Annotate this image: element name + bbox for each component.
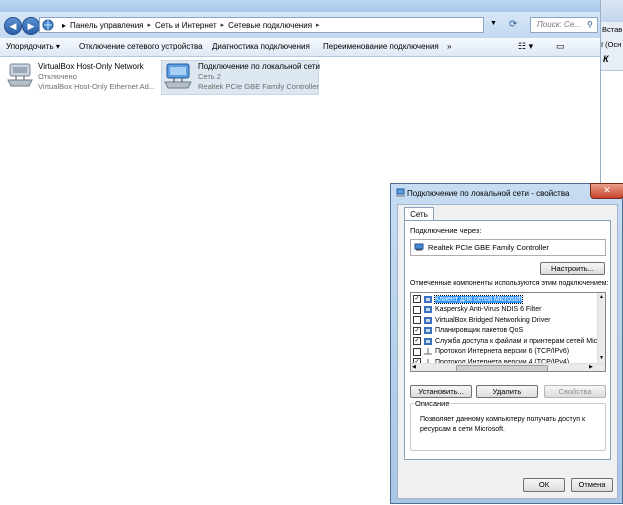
breadcrumb-network-connections[interactable]: Сетевые подключения bbox=[228, 21, 312, 30]
component-label: Планировщик пакетов QoS bbox=[435, 327, 524, 335]
connection-item-local-area[interactable]: Подключение по локальной сети Сеть 2 Rea… bbox=[161, 60, 320, 95]
tab-panel: Подключение через: Realtek PCIe GBE Fami… bbox=[404, 220, 611, 460]
protocol-icon bbox=[424, 348, 432, 355]
components-label: Отмеченные компоненты используются этим … bbox=[410, 280, 609, 287]
back-arrow-icon[interactable]: ◀ bbox=[4, 17, 22, 35]
ribbon-tabs bbox=[601, 0, 623, 22]
connection-adapter: VirtualBox Host-Only Ethernet Ad... bbox=[38, 82, 156, 91]
list-item[interactable]: Kaspersky Anti-Virus NDIS 6 Filter bbox=[413, 305, 593, 316]
diagnose-button[interactable]: Диагностика подключения bbox=[212, 42, 310, 51]
description-group: Описание Позволяет данному компьютеру по… bbox=[410, 399, 606, 451]
network-folder-icon bbox=[42, 19, 54, 31]
horizontal-scrollbar[interactable]: ◀ ▶ bbox=[411, 363, 605, 371]
connection-name: Подключение по локальной сети bbox=[198, 62, 320, 71]
scheduler-icon bbox=[424, 327, 432, 335]
close-icon[interactable]: ✕ bbox=[590, 183, 623, 199]
preview-pane-icon[interactable]: ▭ bbox=[556, 41, 565, 52]
component-label: VirtualBox Bridged Networking Driver bbox=[435, 316, 551, 324]
breadcrumb-chevron-icon[interactable]: ▸ bbox=[148, 21, 152, 29]
filter-icon bbox=[424, 306, 432, 314]
network-card-icon bbox=[414, 243, 424, 251]
adapter-name: Realtek PCIe GBE Family Controller bbox=[428, 243, 549, 252]
scroll-up-icon[interactable]: ▲ bbox=[599, 294, 604, 300]
component-checkbox[interactable] bbox=[413, 316, 421, 325]
configure-button[interactable]: Настроить... bbox=[540, 262, 605, 275]
component-checkbox[interactable] bbox=[413, 347, 421, 356]
breadcrumb-chevron-icon[interactable]: ▸ bbox=[316, 21, 320, 29]
list-item[interactable]: ✓ Клиент для сетей Microsoft bbox=[413, 294, 593, 305]
component-label: Служба доступа к файлам и принтерам сете… bbox=[435, 337, 604, 345]
breadcrumb-control-panel[interactable]: Панель управления bbox=[70, 21, 144, 30]
tab-network[interactable]: Сеть bbox=[404, 207, 434, 221]
organize-label: Упорядочить bbox=[6, 42, 54, 51]
forward-arrow-icon[interactable]: ▶ bbox=[22, 17, 40, 35]
scroll-left-icon[interactable]: ◀ bbox=[412, 364, 416, 370]
connection-adapter: Realtek PCIe GBE Family Controller bbox=[198, 82, 319, 91]
network-dialog-icon bbox=[396, 188, 405, 197]
breadcrumb-network-internet[interactable]: Сеть и Интернет bbox=[155, 21, 217, 30]
description-text: Позволяет данному компьютеру получать до… bbox=[420, 416, 586, 433]
component-label: Протокол Интернета версии 6 (TCP/IPv6) bbox=[435, 348, 570, 356]
connection-item-virtualbox[interactable]: VirtualBox Host-Only Network Отключено V… bbox=[4, 60, 160, 93]
connection-status: Отключено bbox=[38, 72, 77, 81]
font-name-field[interactable]: I (Осн bbox=[601, 40, 621, 49]
network-adapter-icon bbox=[164, 63, 192, 89]
search-icon[interactable]: ⚲ bbox=[587, 20, 593, 29]
list-item[interactable]: ✓ Планировщик пакетов QoS bbox=[413, 326, 593, 337]
more-commands-button[interactable]: » bbox=[447, 42, 451, 51]
dialog-body: Сеть Подключение через: Realtek PCIe GBE… bbox=[397, 204, 618, 499]
cancel-button[interactable]: Отмена bbox=[571, 478, 613, 492]
component-label: Клиент для сетей Microsoft bbox=[433, 294, 524, 304]
connect-via-label: Подключение через: bbox=[410, 226, 482, 235]
italic-icon[interactable]: К bbox=[603, 54, 609, 64]
components-list[interactable]: ✓ Клиент для сетей Microsoft Kaspersky A… bbox=[410, 292, 606, 372]
scroll-down-icon[interactable]: ▼ bbox=[599, 355, 604, 361]
component-label: Kaspersky Anti-Virus NDIS 6 Filter bbox=[435, 306, 542, 314]
breadcrumb-chevron-icon[interactable]: ▸ bbox=[221, 21, 225, 29]
scroll-thumb[interactable] bbox=[456, 365, 548, 371]
file-sharing-icon bbox=[424, 337, 432, 345]
ribbon-tab-insert[interactable]: Встав bbox=[602, 25, 622, 34]
address-dropdown-icon[interactable]: ▼ bbox=[490, 20, 497, 27]
list-item[interactable]: Протокол Интернета версии 6 (TCP/IPv6) bbox=[413, 347, 593, 358]
description-label: Описание bbox=[414, 399, 451, 408]
vertical-scrollbar[interactable]: ▲ ▼ bbox=[597, 293, 605, 363]
view-options-icon[interactable]: ☷ ▾ bbox=[518, 41, 533, 52]
organize-button[interactable]: Упорядочить ▾ bbox=[6, 42, 60, 51]
adapter-field: Realtek PCIe GBE Family Controller bbox=[410, 239, 606, 256]
command-bar: Упорядочить ▾ Отключение сетевого устрой… bbox=[0, 38, 600, 89]
component-checkbox[interactable]: ✓ bbox=[413, 337, 421, 346]
scroll-right-icon[interactable]: ▶ bbox=[589, 364, 593, 370]
properties-button[interactable]: Свойства bbox=[544, 385, 606, 398]
list-item[interactable]: VirtualBox Bridged Networking Driver bbox=[413, 315, 593, 326]
properties-dialog: Подключение по локальной сети - свойства… bbox=[390, 183, 623, 504]
component-checkbox[interactable]: ✓ bbox=[413, 326, 421, 335]
breadcrumb-chevron-icon[interactable]: ▸ bbox=[62, 21, 66, 30]
ok-button[interactable]: ОК bbox=[523, 478, 565, 492]
refresh-icon[interactable]: ⟳ bbox=[509, 19, 522, 31]
address-row: ◀ ▶ ▸ Панель управления ▸ Сеть и Интерне… bbox=[0, 12, 600, 39]
network-adapter-icon bbox=[7, 63, 33, 87]
remove-button[interactable]: Удалить bbox=[476, 385, 538, 398]
window-titlebar bbox=[0, 0, 600, 12]
address-bar[interactable]: ▸ Панель управления ▸ Сеть и Интернет ▸ … bbox=[39, 17, 484, 33]
component-checkbox[interactable] bbox=[413, 305, 421, 314]
disable-device-button[interactable]: Отключение сетевого устройства bbox=[79, 42, 203, 51]
connection-status: Сеть 2 bbox=[198, 72, 221, 81]
install-button[interactable]: Установить... bbox=[410, 385, 472, 398]
client-icon bbox=[424, 295, 432, 303]
rename-button[interactable]: Переименование подключения bbox=[323, 42, 439, 51]
driver-icon bbox=[424, 316, 432, 324]
component-checkbox[interactable]: ✓ bbox=[413, 295, 421, 304]
dialog-title: Подключение по локальной сети - свойства bbox=[407, 189, 570, 198]
list-item[interactable]: ✓ Служба доступа к файлам и принтерам се… bbox=[413, 336, 603, 347]
connection-name: VirtualBox Host-Only Network bbox=[38, 62, 144, 71]
